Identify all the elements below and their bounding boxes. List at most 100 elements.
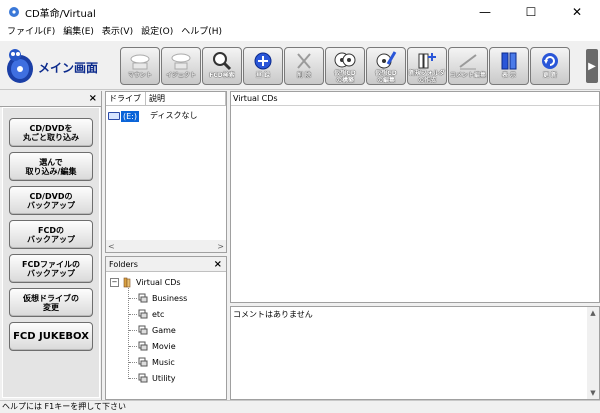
- tree-guide-branch: [129, 362, 137, 363]
- toolbar-more-button[interactable]: ▶: [586, 49, 598, 83]
- virtual-cd-folder-icon: [138, 341, 148, 351]
- drive-description: ディスクなし: [150, 111, 198, 120]
- menu-file[interactable]: ファイル(F): [3, 24, 59, 41]
- left-panel: × CD/DVDを 丸ごと取り込み 選んで 取り込み/編集 CD/DVDの バッ…: [0, 91, 102, 400]
- folder-label: Business: [152, 293, 188, 303]
- new-folder-button[interactable]: 新規フォルダ の作成: [407, 47, 447, 85]
- app-icon: [7, 5, 21, 19]
- folders-header: Folders ×: [106, 257, 226, 272]
- folder-item-utility[interactable]: Utility: [138, 371, 176, 385]
- left-panel-close-button[interactable]: ×: [89, 93, 97, 104]
- virtual-cd-folder-icon: [138, 309, 148, 319]
- change-virtual-drive-button[interactable]: 仮想ドライブの 変更: [9, 288, 93, 317]
- close-button[interactable]: ✕: [554, 0, 600, 24]
- import-whole-disc-button[interactable]: CD/DVDを 丸ごと取り込み: [9, 118, 93, 147]
- drive-row[interactable]: (E:): [108, 110, 139, 122]
- scroll-up-arrow[interactable]: ▲: [590, 309, 595, 317]
- refresh-icon: [537, 50, 563, 72]
- tree-root-label: Virtual CDs: [136, 277, 181, 287]
- virtual-cds-root-icon: [122, 277, 132, 287]
- menu-edit[interactable]: 編集(E): [59, 24, 98, 41]
- tree-guide-branch: [129, 330, 137, 331]
- toolbar: メイン画面 マウント イジェクト FCD検索 登 録 削 除 仮想CD の構築 …: [0, 41, 600, 90]
- folder-item-etc[interactable]: etc: [138, 307, 164, 321]
- comment-panel[interactable]: コメントはありません ▲ ▼: [230, 306, 600, 400]
- magnifier-icon: [209, 50, 235, 72]
- virtual-cds-panel[interactable]: Virtual CDs: [230, 91, 600, 303]
- fcd-file-backup-button[interactable]: FCDファイルの バックアップ: [9, 254, 93, 283]
- tree-root-virtual-cds[interactable]: − Virtual CDs: [110, 276, 181, 288]
- refresh-label: 更 新: [542, 72, 558, 79]
- folders-title: Folders: [109, 260, 138, 269]
- drive-icon: [108, 112, 120, 120]
- fcd-search-button[interactable]: FCD検索: [202, 47, 242, 85]
- comment-edit-label: コメント編集: [449, 72, 486, 79]
- select-import-edit-button[interactable]: 選んで 取り込み/編集: [9, 152, 93, 181]
- display-icon: [496, 50, 522, 72]
- tree-guide-branch: [129, 298, 137, 299]
- main-screen-logo: メイン画面: [6, 45, 118, 89]
- virtual-cd-folder-icon: [138, 357, 148, 367]
- fcd-backup-button[interactable]: FCDの バックアップ: [9, 220, 93, 249]
- register-button[interactable]: 登 録: [243, 47, 283, 85]
- folder-item-music[interactable]: Music: [138, 355, 175, 369]
- menu-help[interactable]: ヘルプ(H): [177, 24, 226, 41]
- tree-guide-branch: [129, 314, 137, 315]
- virtual-cd-folder-icon: [138, 293, 148, 303]
- display-button[interactable]: 表 示: [489, 47, 529, 85]
- disc-backup-button[interactable]: CD/DVDの バックアップ: [9, 186, 93, 215]
- mount-button[interactable]: マウント: [120, 47, 160, 85]
- delete-x-icon: [291, 50, 317, 72]
- edit-virtual-cd-button[interactable]: 仮想CD の編集: [366, 47, 406, 85]
- maximize-button[interactable]: ☐: [508, 0, 554, 24]
- tree-guide-line: [128, 288, 129, 379]
- drive-letter: (E:): [121, 110, 139, 122]
- build-virtual-cd-button[interactable]: 仮想CD の構築: [325, 47, 365, 85]
- build-cd-icon: [332, 50, 358, 70]
- display-label: 表 示: [501, 72, 517, 79]
- folder-item-game[interactable]: Game: [138, 323, 176, 337]
- column-header-description[interactable]: 説明: [146, 92, 226, 106]
- left-panel-body: CD/DVDを 丸ごと取り込み 選んで 取り込み/編集 CD/DVDの バックア…: [2, 107, 100, 398]
- title-bar: CD革命/Virtual — ☐ ✕: [0, 0, 600, 24]
- edit-virtual-cd-label: 仮想CD の編集: [375, 70, 397, 84]
- fcd-search-label: FCD検索: [209, 72, 235, 79]
- scroll-down-arrow[interactable]: ▼: [590, 389, 595, 397]
- menu-view[interactable]: 表示(V): [98, 24, 137, 41]
- tree-collapse-button[interactable]: −: [110, 277, 119, 287]
- drive-list: ドライブ 説明 (E:) ディスクなし < >: [105, 91, 227, 253]
- refresh-button[interactable]: 更 新: [530, 47, 570, 85]
- new-folder-label: 新規フォルダ の作成: [408, 70, 445, 84]
- virtual-cd-folder-icon: [138, 325, 148, 335]
- comment-edit-icon: [455, 50, 481, 72]
- folders-close-button[interactable]: ×: [214, 257, 222, 272]
- drive-list-horizontal-scrollbar[interactable]: < >: [106, 240, 226, 252]
- edit-cd-icon: [373, 50, 399, 70]
- fcd-jukebox-button[interactable]: FCD JUKEBOX: [9, 322, 93, 351]
- register-plus-icon: [250, 50, 276, 72]
- menu-settings[interactable]: 設定(O): [137, 24, 177, 41]
- menu-bar: ファイル(F) 編集(E) 表示(V) 設定(O) ヘルプ(H): [0, 24, 600, 41]
- virtual-cds-header: Virtual CDs: [231, 92, 599, 106]
- folder-item-business[interactable]: Business: [138, 291, 187, 305]
- folder-label: etc: [152, 309, 165, 319]
- register-label: 登 録: [255, 72, 271, 79]
- minimize-button[interactable]: —: [462, 0, 508, 24]
- status-bar: ヘルプには F1キーを押して下さい: [0, 400, 600, 413]
- delete-label: 削 除: [296, 72, 312, 79]
- eject-label: イジェクト: [165, 72, 196, 79]
- scroll-left-arrow[interactable]: <: [108, 242, 115, 251]
- logo-text: メイン画面: [38, 61, 99, 75]
- scroll-right-arrow[interactable]: >: [217, 242, 224, 251]
- comment-text: コメントはありません: [233, 310, 313, 319]
- build-virtual-cd-label: 仮想CD の構築: [334, 70, 356, 84]
- comment-edit-button[interactable]: コメント編集: [448, 47, 488, 85]
- delete-button[interactable]: 削 除: [284, 47, 324, 85]
- comment-vertical-scrollbar[interactable]: ▲ ▼: [587, 307, 599, 399]
- column-header-drive[interactable]: ドライブ: [106, 92, 146, 106]
- folders-panel: Folders × − Virtual CDs Business etc Gam…: [105, 256, 227, 400]
- eject-button[interactable]: イジェクト: [161, 47, 201, 85]
- folder-item-movie[interactable]: Movie: [138, 339, 176, 353]
- tree-guide-branch: [129, 346, 137, 347]
- folder-label: Music: [152, 357, 175, 367]
